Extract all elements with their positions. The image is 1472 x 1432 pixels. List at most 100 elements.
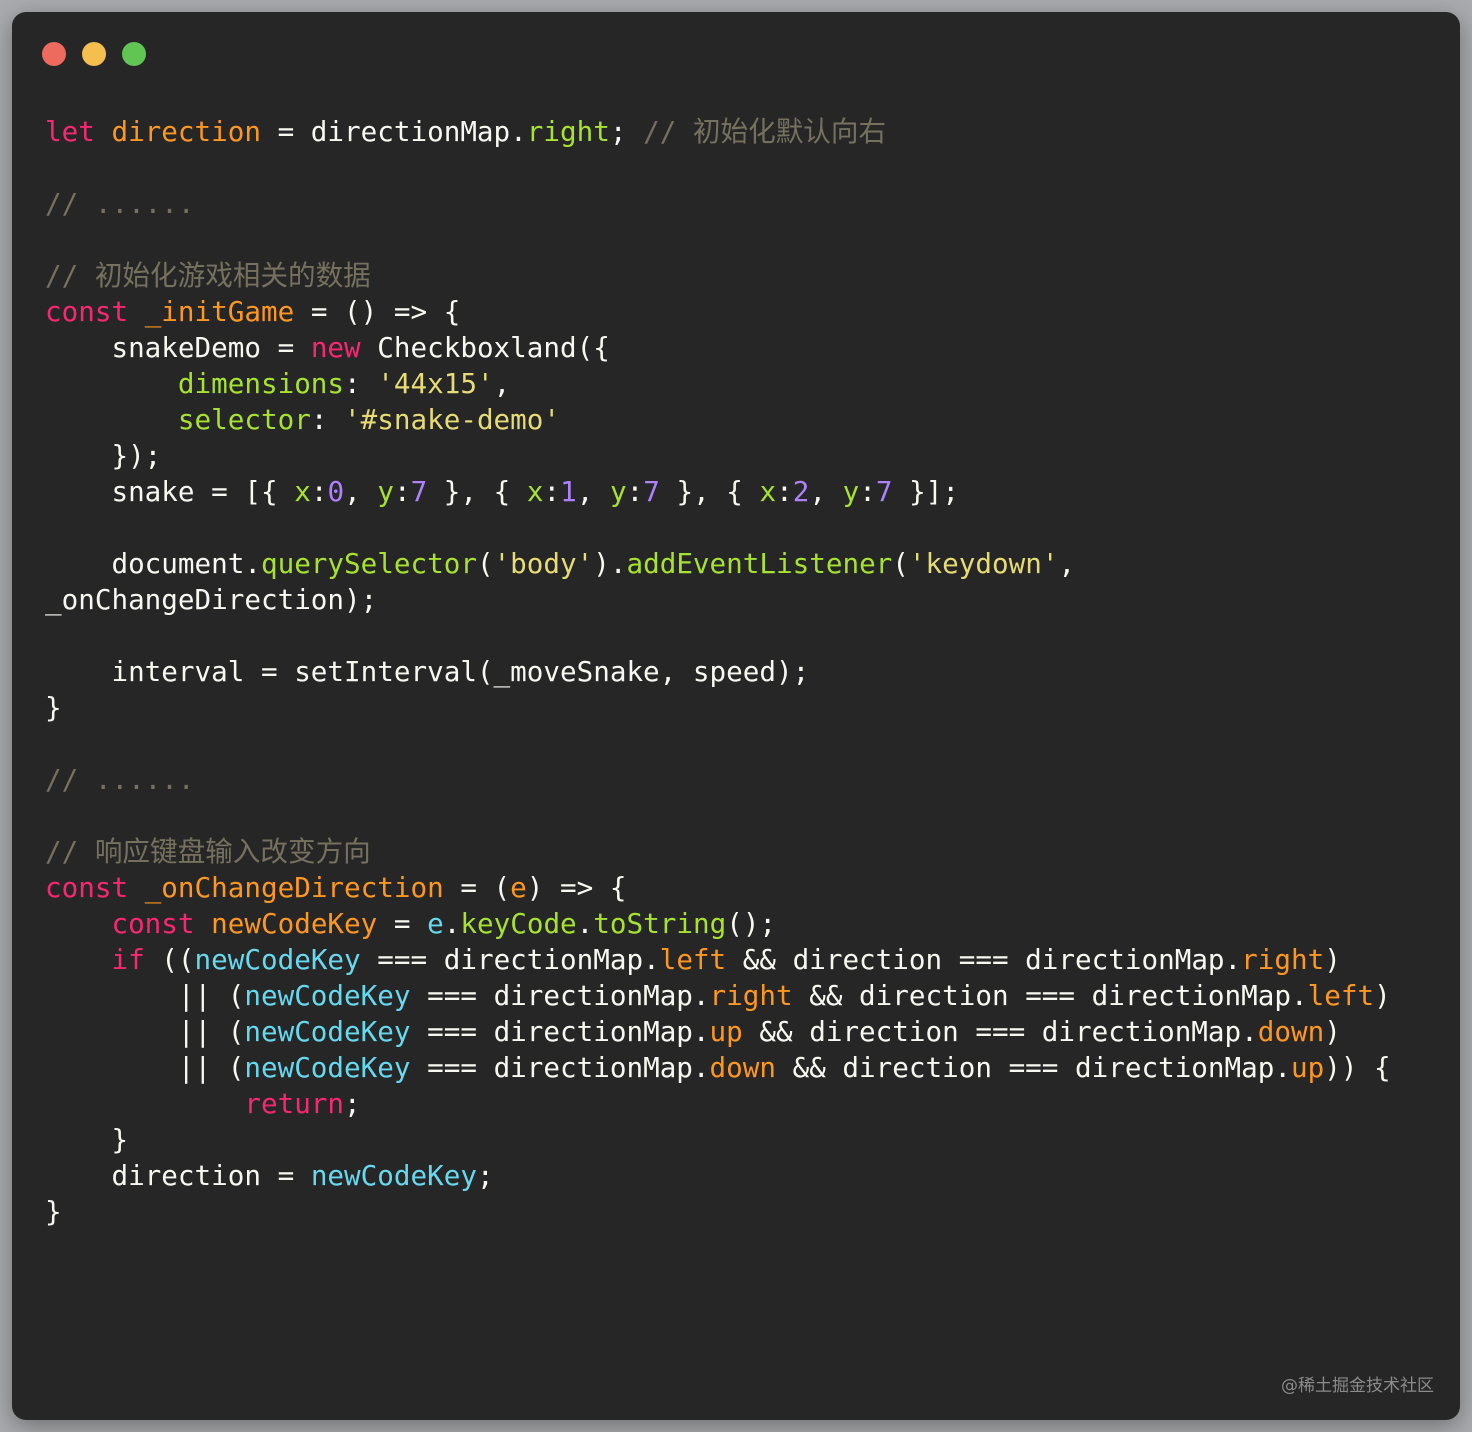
code-token: , (493, 367, 511, 400)
code-token: ) => { (526, 871, 627, 904)
code-token: : (393, 475, 411, 508)
code-token: left (659, 943, 727, 976)
code-token: down (709, 1051, 776, 1084)
code-token: : (626, 475, 644, 508)
code-token: selector (177, 403, 311, 436)
code-token: . (576, 907, 594, 940)
code-token: newCodeKey (244, 979, 411, 1012)
code-token: = ( (443, 871, 511, 904)
code-token: e (427, 907, 444, 940)
code-token: right (709, 979, 793, 1012)
zoom-icon[interactable] (122, 42, 146, 66)
code-token: && direction === directionMap. (775, 1051, 1291, 1084)
code-token: , (809, 475, 843, 508)
code-line: } (45, 1122, 1391, 1158)
code-token: let (45, 115, 112, 148)
code-token: && direction === directionMap. (742, 1015, 1258, 1048)
code-token: . (443, 907, 461, 940)
code-token: left (1307, 979, 1375, 1012)
code-comment: // ...... (45, 187, 195, 220)
code-token: }); (45, 439, 162, 472)
code-window: let direction = directionMap. right; // 初… (12, 12, 1460, 1420)
code-token: '44x15' (377, 367, 494, 400)
code-token: , (1058, 547, 1076, 580)
code-token: ) (1374, 979, 1391, 1012)
code-token: ). (593, 547, 627, 580)
code-line: return; (45, 1086, 1391, 1122)
code-token: (); (726, 907, 777, 940)
code-line: dimensions: '44x15', (45, 366, 1391, 402)
code-token: snake = [{ (45, 475, 295, 508)
code-token: : (344, 367, 378, 400)
code-line: || (newCodeKey === directionMap.down && … (45, 1050, 1391, 1086)
code-comment: // ...... (45, 763, 195, 796)
code-token: addEventListener (626, 547, 893, 580)
code-token: keyCode (460, 907, 577, 940)
code-token: right (1241, 943, 1325, 976)
code-token: if (111, 943, 145, 976)
code-line: const _initGame = () => { (45, 294, 1391, 330)
code-token: === directionMap. (410, 1051, 710, 1084)
code-token: new (310, 331, 361, 364)
code-token: direction (111, 115, 261, 148)
code-token: x (294, 475, 311, 508)
code-token: _onChangeDirection); (45, 583, 378, 616)
code-token: ( (476, 547, 494, 580)
code-token: 'keydown' (908, 547, 1059, 580)
code-token: )) { (1324, 1051, 1391, 1084)
minimize-icon[interactable] (82, 42, 106, 66)
code-line: // ...... (45, 186, 1391, 222)
code-token: y (842, 475, 860, 508)
code-token: || ( (45, 1015, 245, 1048)
code-token: Checkboxland({ (360, 331, 610, 364)
code-token: === directionMap. (360, 943, 660, 976)
code-token: down (1257, 1015, 1325, 1048)
code-token: : (310, 403, 345, 436)
code-token: 'body' (493, 547, 594, 580)
code-token: , (344, 475, 378, 508)
code-token: _initGame (144, 295, 295, 328)
traffic-lights (42, 42, 146, 66)
code-token: 1 (560, 475, 577, 508)
code-token: = directionMap. (260, 115, 527, 148)
code-line: // 初始化游戏相关的数据 (45, 258, 1391, 294)
code-line: // ...... (45, 762, 1391, 798)
code-line: snake = [{ x:0, y:7 }, { x:1, y:7 }, { x… (45, 474, 1391, 510)
code-line: selector: '#snake-demo' (45, 402, 1391, 438)
code-token: (( (144, 943, 195, 976)
code-token: ; (609, 115, 644, 148)
code-line: || (newCodeKey === directionMap.up && di… (45, 1014, 1391, 1050)
code-token: : (310, 475, 328, 508)
code-line: _onChangeDirection); (45, 582, 1391, 618)
code-token: const (45, 871, 145, 904)
code-token: newCodeKey (211, 907, 378, 940)
code-token: && direction === directionMap. (792, 979, 1308, 1012)
code-line: const _onChangeDirection = (e) => { (45, 870, 1391, 906)
code-comment: // 响应键盘输入改变方向 (45, 835, 371, 868)
code-token: newCodeKey (310, 1159, 477, 1192)
code-token: document. (45, 547, 261, 580)
code-token: === directionMap. (410, 979, 710, 1012)
code-token: up (709, 1015, 743, 1048)
close-icon[interactable] (42, 42, 66, 66)
code-block: let direction = directionMap. right; // 初… (45, 114, 1391, 1230)
code-token: snakeDemo = (45, 331, 311, 364)
code-token: up (1290, 1051, 1325, 1084)
code-token: } (45, 1123, 129, 1156)
code-line: || (newCodeKey === directionMap.right &&… (45, 978, 1391, 1014)
code-token: '#snake-demo' (344, 403, 561, 436)
code-token: 7 (643, 475, 660, 508)
code-token: ( (892, 547, 909, 580)
code-token: }]; (892, 475, 959, 508)
code-token: === directionMap. (410, 1015, 710, 1048)
code-token: newCodeKey (194, 943, 361, 976)
code-token: toString (593, 907, 727, 940)
